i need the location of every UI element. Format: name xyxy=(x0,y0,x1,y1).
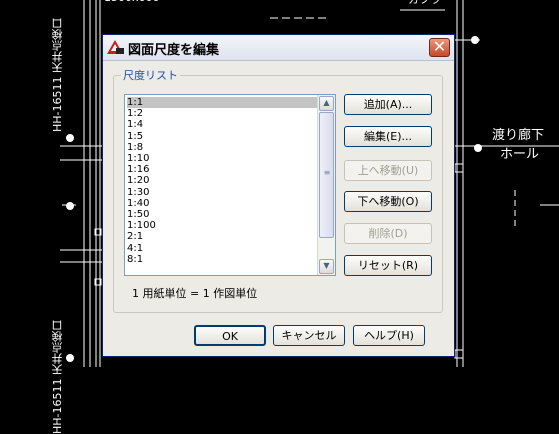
scale-list-item[interactable]: 2:1 xyxy=(127,231,320,242)
vertical-scrollbar[interactable]: ▲ ≡ ▼ xyxy=(317,95,335,275)
scale-list-item[interactable]: 1:4 xyxy=(127,119,320,130)
scale-list-item[interactable]: 8:1 xyxy=(127,254,320,265)
scale-listbox[interactable]: 1:1 1:2 1:4 1:5 1:8 1:10 1:16 1:20 1:30 1:40 1:50 1… xyxy=(124,94,336,276)
scale-list-item[interactable]: 1:1 xyxy=(127,97,320,108)
scale-list-item[interactable]: 1:50 xyxy=(127,209,320,220)
autocad-icon xyxy=(107,40,124,54)
scale-list-item[interactable]: 1:8 xyxy=(127,142,320,153)
scale-list-item[interactable]: 1:40 xyxy=(127,198,320,209)
scroll-up-button[interactable]: ▲ xyxy=(319,96,334,111)
unit-info-text: 1 用紙単位 = 1 作図単位 xyxy=(132,287,258,300)
cad-label-left-upper: HH-16511 天井点検口 xyxy=(51,18,64,133)
cad-label-top-right: カフラ xyxy=(408,0,441,8)
add-button[interactable]: 追加(A)... xyxy=(344,94,432,115)
chevron-up-icon: ▲ xyxy=(323,98,330,107)
cad-note-corridor: 渡り廊下 xyxy=(492,128,545,143)
scale-list-item[interactable]: 1:20 xyxy=(127,175,320,186)
help-button[interactable]: ヘルプ(H) xyxy=(353,325,425,346)
scale-list-item[interactable]: 1:30 xyxy=(127,187,320,198)
dialog-title-bar[interactable]: 図面尺度を編集 ✕ xyxy=(103,35,454,61)
scale-list-item[interactable]: 1:16 xyxy=(127,164,320,175)
scale-list-item[interactable]: 1:5 xyxy=(127,131,320,142)
reset-button[interactable]: リセット(R) xyxy=(344,255,432,276)
scale-list-group-label: 尺度リスト xyxy=(121,67,180,83)
scale-list-item[interactable]: 1:10 xyxy=(127,153,320,164)
move-up-button[interactable]: 上へ移動(U) xyxy=(344,160,432,181)
scale-list-item[interactable]: 4:1 xyxy=(127,243,320,254)
grip-icon: ≡ xyxy=(323,168,331,177)
cancel-button[interactable]: キャンセル xyxy=(273,325,345,346)
scale-list-item[interactable]: 1:2 xyxy=(127,108,320,119)
cad-label-left-lower: HH-16511 天井点検口 xyxy=(51,320,64,434)
cad-note-hall: ホール xyxy=(500,147,540,162)
scroll-down-button[interactable]: ▼ xyxy=(319,259,334,274)
edit-button[interactable]: 編集(E)... xyxy=(344,126,432,147)
edit-drawing-scale-dialog: 図面尺度を編集 ✕ 尺度リスト 1:1 1:2 1:4 1:5 1:8 1:10 1:16 1… xyxy=(102,34,455,357)
ok-button[interactable]: OK xyxy=(194,325,266,346)
close-button[interactable]: ✕ xyxy=(429,37,450,57)
cad-label-top-left: 1500x600 xyxy=(104,0,160,6)
scroll-thumb[interactable]: ≡ xyxy=(319,112,334,238)
close-icon: ✕ xyxy=(432,37,447,56)
scale-list-item[interactable]: 1:100 xyxy=(127,220,320,231)
delete-button[interactable]: 削除(D) xyxy=(344,223,432,244)
chevron-down-icon: ▼ xyxy=(323,261,330,270)
dialog-title: 図面尺度を編集 xyxy=(128,43,220,58)
move-down-button[interactable]: 下へ移動(O) xyxy=(344,191,432,212)
